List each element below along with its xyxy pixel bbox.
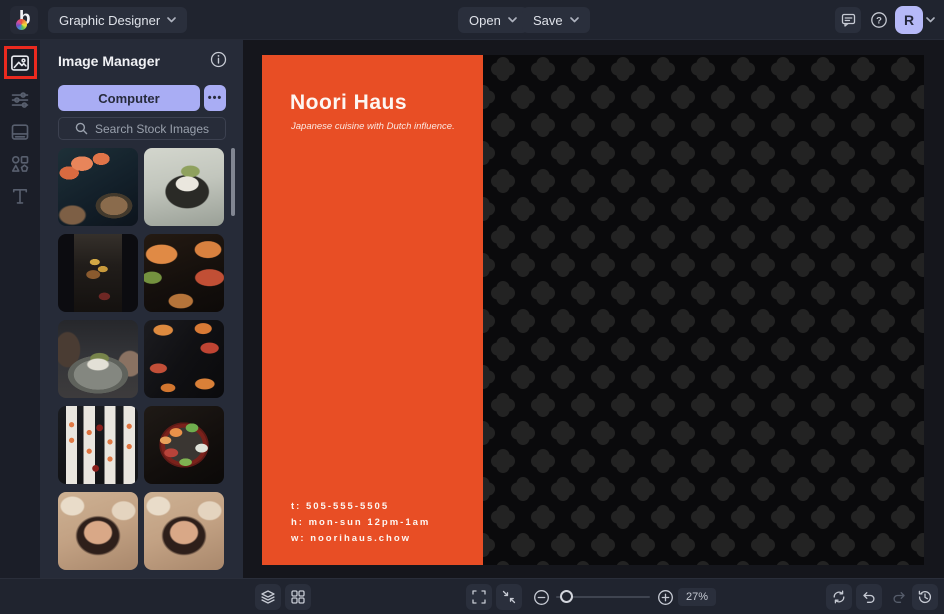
computer-source-button[interactable]: Computer	[58, 85, 200, 111]
canvas-workspace[interactable]: Noori Haus Japanese cuisine with Dutch i…	[243, 40, 944, 578]
fullscreen-button[interactable]	[466, 584, 492, 610]
open-label: Open	[469, 12, 501, 28]
sidebar-item-edit[interactable]	[8, 88, 32, 112]
zoom-in-icon	[657, 589, 673, 605]
history-button[interactable]	[912, 584, 938, 610]
flyer-pattern-background[interactable]	[483, 55, 924, 565]
sidebar-item-graphics[interactable]	[8, 152, 32, 176]
flyer-title[interactable]: Noori Haus	[290, 91, 407, 115]
undo-button[interactable]	[856, 584, 882, 610]
chat-icon	[841, 13, 855, 27]
feedback-chat-button[interactable]	[835, 7, 861, 33]
layers-icon	[261, 590, 275, 604]
flyer-subtitle[interactable]: Japanese cuisine with Dutch influence.	[291, 121, 455, 132]
ellipsis-icon: •••	[207, 92, 223, 104]
text-icon	[12, 188, 28, 204]
chevron-down-icon	[569, 17, 579, 23]
app-mode-menu[interactable]: Graphic Designer	[48, 7, 188, 33]
panel-title: Image Manager	[58, 53, 160, 69]
fit-to-screen-button[interactable]	[496, 584, 522, 610]
stock-thumbnail[interactable]	[58, 492, 138, 570]
quatrefoil-pattern	[483, 55, 924, 565]
search-icon	[75, 122, 88, 135]
save-label: Save	[533, 12, 563, 28]
panel-scrollbar[interactable]	[231, 148, 235, 216]
top-bar: b Graphic Designer Open Save ? R	[0, 0, 944, 40]
layers-button[interactable]	[255, 584, 281, 610]
stock-thumbnail[interactable]	[144, 406, 224, 484]
design-canvas[interactable]: Noori Haus Japanese cuisine with Dutch i…	[262, 55, 924, 565]
pages-grid-button[interactable]	[285, 584, 311, 610]
stock-thumbnail[interactable]	[144, 148, 224, 226]
flyer-website: w: noorihaus.chow	[291, 533, 412, 544]
stock-image-search[interactable]: Search Stock Images	[58, 117, 226, 140]
annotation-highlight	[4, 46, 37, 79]
history-icon	[918, 590, 932, 604]
sidebar-item-templates[interactable]	[8, 120, 32, 144]
stock-thumbnail[interactable]	[58, 148, 138, 226]
flyer-orange-panel[interactable]: Noori Haus Japanese cuisine with Dutch i…	[262, 55, 483, 565]
stock-thumbnail[interactable]	[58, 406, 138, 484]
shapes-icon	[11, 155, 29, 172]
stock-thumbnail[interactable]	[144, 234, 224, 312]
reset-button[interactable]	[826, 584, 852, 610]
bottom-toolbar: 27%	[0, 578, 944, 614]
info-button[interactable]	[210, 51, 227, 73]
svg-text:?: ?	[876, 16, 882, 27]
more-sources-button[interactable]: •••	[204, 85, 226, 111]
fullscreen-icon	[472, 590, 486, 604]
zoom-level-value: 27%	[686, 591, 709, 603]
zoom-out-button[interactable]	[528, 584, 554, 610]
computer-label: Computer	[98, 90, 160, 106]
befunky-logo[interactable]: b	[10, 6, 38, 34]
reset-icon	[833, 590, 845, 604]
open-button[interactable]: Open	[458, 7, 528, 33]
undo-icon	[863, 592, 875, 603]
flyer-hours: h: mon-sun 12pm-1am	[291, 517, 431, 528]
zoom-out-icon	[533, 589, 549, 605]
info-icon	[210, 51, 227, 68]
redo-icon	[893, 592, 905, 603]
chevron-down-icon	[508, 17, 517, 23]
app-window: b Graphic Designer Open Save ? R Image M…	[0, 0, 944, 614]
image-manager-panel: Image Manager Computer ••• Search Stock …	[40, 40, 243, 614]
flyer-contact-block[interactable]: t: 505-555-5505 h: mon-sun 12pm-1am w: n…	[291, 499, 430, 547]
fit-screen-icon	[502, 590, 516, 604]
stock-thumbnail[interactable]	[58, 320, 138, 398]
redo-button[interactable]	[886, 584, 912, 610]
search-placeholder: Search Stock Images	[94, 121, 210, 136]
logo-color-wheel-icon	[16, 19, 27, 30]
zoom-level-badge[interactable]: 27%	[678, 588, 717, 606]
zoom-in-button[interactable]	[652, 584, 678, 610]
save-button[interactable]: Save	[522, 7, 590, 33]
flyer-phone: t: 505-555-5505	[291, 501, 390, 512]
stock-thumbnail[interactable]	[144, 320, 224, 398]
avatar-initial: R	[903, 12, 915, 28]
tool-rail	[0, 40, 40, 614]
help-icon: ?	[871, 12, 887, 28]
user-avatar[interactable]: R	[895, 6, 923, 34]
stock-thumbnail[interactable]	[144, 492, 224, 570]
zoom-slider-handle[interactable]	[560, 590, 573, 603]
chevron-down-icon	[167, 17, 176, 23]
stock-thumbnail[interactable]	[58, 234, 138, 312]
sliders-icon	[11, 92, 29, 108]
template-icon	[11, 124, 29, 140]
sidebar-item-text[interactable]	[8, 184, 32, 208]
help-button[interactable]: ?	[866, 7, 892, 33]
account-chevron-down-icon[interactable]	[926, 17, 935, 23]
app-mode-label: Graphic Designer	[59, 12, 161, 28]
grid-icon	[291, 590, 305, 604]
